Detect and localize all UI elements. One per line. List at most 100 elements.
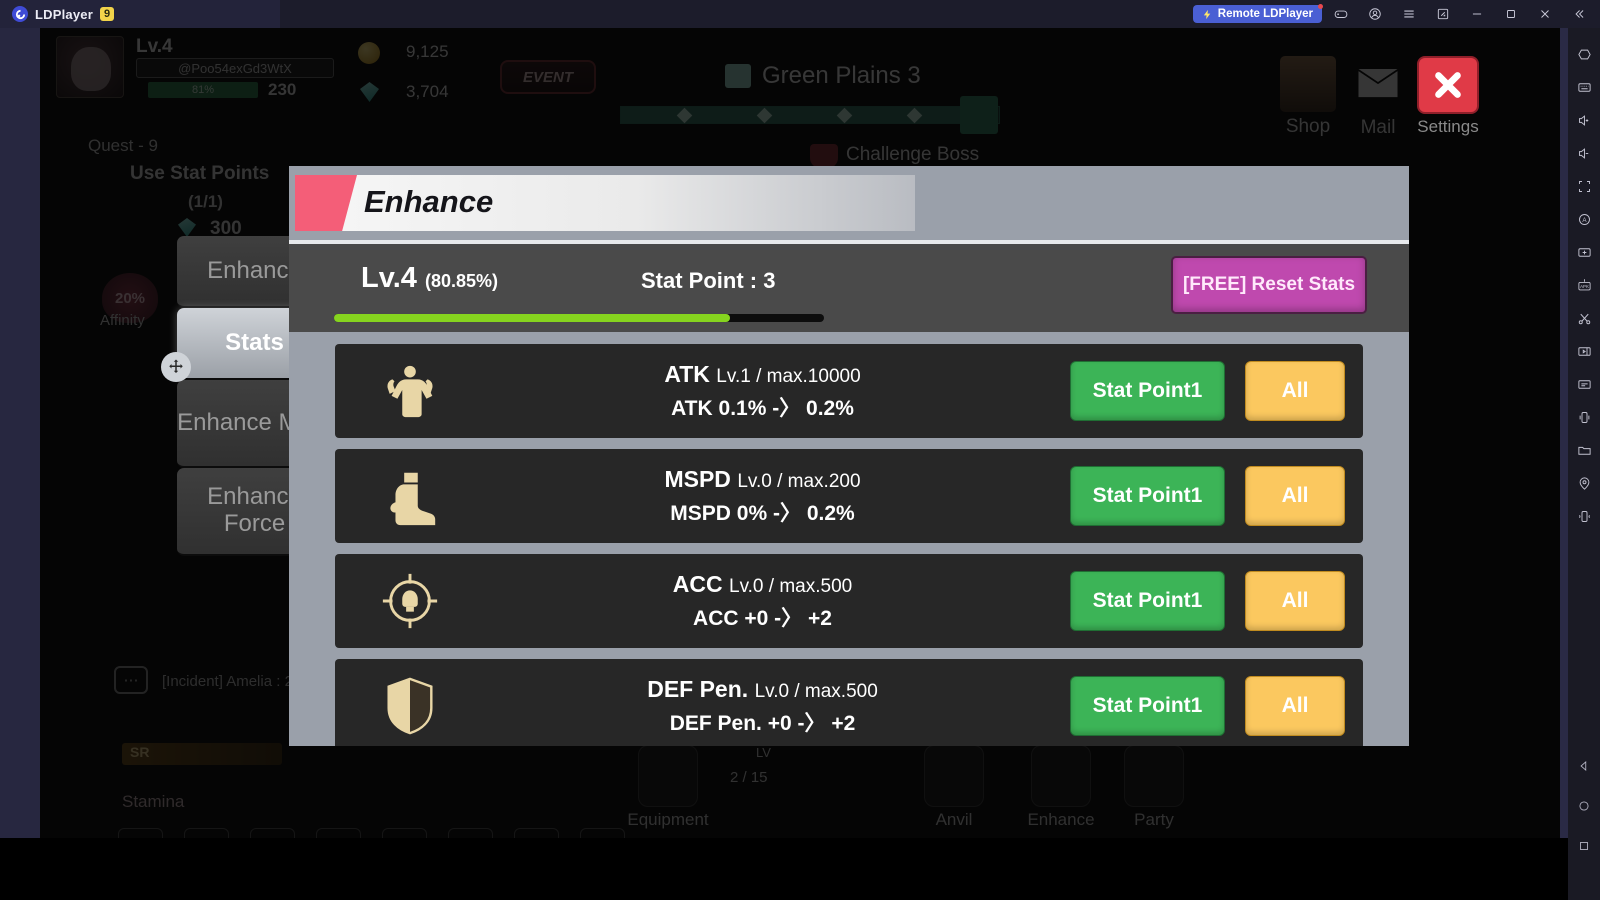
svg-text:APK: APK xyxy=(1580,284,1589,289)
all-button[interactable]: All xyxy=(1245,571,1345,631)
collapse-icon[interactable] xyxy=(1564,1,1594,27)
recents-icon[interactable] xyxy=(1571,826,1597,866)
fullscreen-shape-icon[interactable] xyxy=(1571,38,1597,71)
minimize-icon[interactable] xyxy=(1462,1,1492,27)
home-icon[interactable] xyxy=(1571,786,1597,826)
table-row: MSPD Lv.0 / max.200 MSPD 0% -〉 0.2% Stat… xyxy=(335,449,1363,543)
stat-range: Lv.0 / max.200 xyxy=(737,470,861,492)
dialog-header: Enhance xyxy=(289,166,1409,245)
challenge-boss-label[interactable]: Challenge Boss xyxy=(846,144,979,166)
avatar[interactable] xyxy=(56,36,124,98)
keyboard-icon[interactable] xyxy=(1571,71,1597,104)
volume-up-icon[interactable] xyxy=(1571,104,1597,137)
stat-delta: ATK 0.1% -〉 0.2% xyxy=(671,396,854,420)
remote-ldplayer-button[interactable]: Remote LDPlayer xyxy=(1192,4,1323,23)
drag-handle-icon[interactable] xyxy=(161,352,191,382)
all-button[interactable]: All xyxy=(1245,676,1345,736)
nav-stamina-value: 2 / 15 xyxy=(730,769,768,786)
folder-icon[interactable] xyxy=(1571,434,1597,467)
rotate-device-icon[interactable] xyxy=(1571,401,1597,434)
apk-install-icon[interactable]: APK xyxy=(1571,269,1597,302)
event-button[interactable]: EVENT xyxy=(500,60,596,94)
shake-icon[interactable] xyxy=(1571,500,1597,533)
stat-point-button[interactable]: Stat Point1 xyxy=(1070,571,1225,631)
stat-point-count: Stat Point : 3 xyxy=(641,268,776,293)
nav-equipment-label: Equipment xyxy=(627,810,709,829)
close-icon[interactable] xyxy=(1530,1,1560,27)
nav-anvil[interactable]: Anvil xyxy=(908,745,1000,830)
stat-text: ACC Lv.0 / max.500 ACC +0 -〉 +2 xyxy=(485,571,1070,632)
reset-stats-button[interactable]: [FREE] Reset Stats xyxy=(1171,256,1367,314)
settings-close-icon xyxy=(1417,56,1479,114)
video-record-icon[interactable] xyxy=(1571,335,1597,368)
stat-point-button[interactable]: Stat Point1 xyxy=(1070,361,1225,421)
stat-range: Lv.0 / max.500 xyxy=(754,680,878,702)
maximize-icon[interactable] xyxy=(1496,1,1526,27)
stat-text: ATK Lv.1 / max.10000 ATK 0.1% -〉 0.2% xyxy=(485,361,1070,422)
table-row: DEF Pen. Lv.0 / max.500 DEF Pen. +0 -〉 +… xyxy=(335,659,1363,746)
quest-title: Use Stat Points xyxy=(130,163,270,184)
svg-text:A: A xyxy=(1582,217,1587,224)
multi-instance-icon[interactable] xyxy=(1428,1,1458,27)
volume-down-icon[interactable] xyxy=(1571,137,1597,170)
nav-party[interactable]: Party xyxy=(1108,745,1200,830)
account-icon[interactable] xyxy=(1360,1,1390,27)
chat-icon[interactable]: ⋯ xyxy=(114,666,148,694)
enhance-level: Lv.4 xyxy=(361,262,417,294)
boot-icon xyxy=(335,465,485,527)
sword-icon xyxy=(1031,745,1091,807)
app-title: LDPlayer xyxy=(35,6,93,22)
table-row: ACC Lv.0 / max.500 ACC +0 -〉 +2 Stat Poi… xyxy=(335,554,1363,648)
muscle-arms-icon xyxy=(335,360,485,422)
skill-slot-locked[interactable] xyxy=(250,828,295,838)
gem-icon xyxy=(360,82,379,102)
enhance-progress-fill xyxy=(334,314,731,322)
nav-equipment[interactable]: Equipment xyxy=(622,745,714,830)
skill-slot-locked[interactable] xyxy=(382,828,427,838)
skill-slot-locked[interactable] xyxy=(184,828,229,838)
dialog-title: Enhance xyxy=(364,184,494,219)
dialog-info-bar: Lv.4 (80.85%) Stat Point : 3 [FREE] Rese… xyxy=(289,244,1409,332)
script-icon[interactable] xyxy=(1571,368,1597,401)
party-icon xyxy=(1124,745,1184,807)
gamepad-icon[interactable] xyxy=(1326,1,1356,27)
all-button[interactable]: All xyxy=(1245,361,1345,421)
stat-point-button[interactable]: Stat Point1 xyxy=(1070,466,1225,526)
add-instance-icon[interactable] xyxy=(1571,236,1597,269)
skill-slot-locked[interactable] xyxy=(448,828,493,838)
left-rail xyxy=(0,28,40,838)
sidebar-strip xyxy=(1560,28,1568,838)
quest-reward-icon xyxy=(178,218,196,237)
menu-icon[interactable] xyxy=(1394,1,1424,27)
stat-row-list: ATK Lv.1 / max.10000 ATK 0.1% -〉 0.2% St… xyxy=(289,332,1409,746)
stat-delta: DEF Pen. +0 -〉 +2 xyxy=(669,711,856,735)
ldplayer-logo-icon xyxy=(12,6,28,22)
nav-enhance[interactable]: Enhance xyxy=(1015,745,1107,830)
skill-slot-locked[interactable] xyxy=(514,828,559,838)
settings-close-button[interactable]: Settings xyxy=(1402,56,1494,137)
boss-icon xyxy=(810,144,838,168)
notification-dot xyxy=(1318,4,1323,9)
skill-slot-locked[interactable] xyxy=(580,828,625,838)
equipment-icon xyxy=(638,745,698,807)
stat-delta: ACC +0 -〉 +2 xyxy=(693,606,832,630)
location-icon[interactable] xyxy=(1571,467,1597,500)
gold-icon xyxy=(358,42,380,64)
gem-value: 3,704 xyxy=(406,82,449,101)
all-button[interactable]: All xyxy=(1245,466,1345,526)
auto-rotate-icon[interactable]: A xyxy=(1571,203,1597,236)
skill-slot-locked[interactable] xyxy=(316,828,361,838)
energy-value: 230 xyxy=(268,80,297,99)
quest-count: (1/1) xyxy=(188,192,223,211)
back-icon[interactable] xyxy=(1571,746,1597,786)
stat-point-button[interactable]: Stat Point1 xyxy=(1070,676,1225,736)
stat-range: Lv.1 / max.10000 xyxy=(716,365,861,387)
stage-progress-bar xyxy=(620,106,1000,124)
skill-slot-locked[interactable] xyxy=(118,828,163,838)
remote-label: Remote LDPlayer xyxy=(1217,8,1313,20)
maximize-screen-icon[interactable] xyxy=(1571,170,1597,203)
stat-name: MSPD xyxy=(664,465,731,492)
scissors-icon[interactable] xyxy=(1571,302,1597,335)
player-name: @Poo54exGd3WtX xyxy=(136,58,334,78)
titlebar-brand: LDPlayer 9 xyxy=(0,0,280,28)
